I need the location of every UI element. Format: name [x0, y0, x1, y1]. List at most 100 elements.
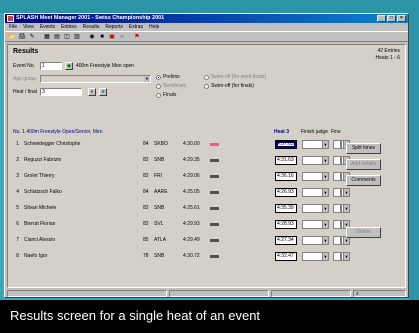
fine-dropdown[interactable] [333, 252, 341, 261]
delete-button[interactable]: Delete [346, 227, 381, 238]
radio-prelims[interactable]: Prelims [156, 74, 180, 80]
fine-dropdown[interactable] [333, 204, 341, 213]
result-time-input[interactable]: 4:31.63 [275, 156, 297, 165]
result-time-input[interactable]: 4:36.16 [275, 172, 297, 181]
fine-code-dropdown[interactable]: ▼ [341, 252, 350, 261]
stop-icon[interactable]: ■ [98, 33, 106, 41]
menu-entries[interactable]: Entries [61, 23, 77, 31]
finish-judge-dropdown[interactable]: ▼ [302, 236, 329, 245]
radio-swimoff-semi[interactable]: Swim-off (for semi-finals) [204, 74, 266, 80]
table-row[interactable]: 7 Cianci Alessio 85 ATLA 4:29.49 4:27.34… [13, 233, 350, 249]
radio-swimoff-finals[interactable]: Swim-off (for finals) [204, 83, 254, 89]
minimize-button[interactable]: _ [377, 15, 386, 22]
fine-code-dropdown[interactable]: ▼ [341, 188, 350, 197]
event-no-label: Event No. [13, 63, 35, 69]
year-of-birth: 84 [143, 189, 149, 195]
athlete-name: Schlatzsch Falko [24, 189, 62, 195]
result-time-input[interactable]: 4:32.47 [275, 252, 297, 261]
fine-dropdown[interactable] [333, 140, 341, 149]
fine-dropdown[interactable] [333, 236, 341, 245]
chevron-down-icon: ▼ [144, 76, 150, 82]
table-row[interactable]: 8 Naefo Igor 78 SNB 4:30.72 4:32.47 ▼ ▼ [13, 249, 350, 265]
flag-icon[interactable]: ⚑ [133, 33, 141, 41]
red-icon[interactable]: ▣ [108, 33, 116, 41]
athlete-name: Cianci Alessio [24, 237, 56, 243]
menu-view[interactable]: View [23, 23, 34, 31]
previous-heat-button[interactable]: « [88, 88, 96, 96]
year-of-birth: 82 [143, 157, 149, 163]
fine-dropdown[interactable] [333, 188, 341, 197]
menu-help[interactable]: Help [149, 23, 159, 31]
results-grid: 1 Schneidegger Christophe 84 SKBO 4:30.0… [13, 137, 350, 265]
club-code: FRI [154, 173, 163, 179]
table-row[interactable]: 4 Schlatzsch Falko 84 AARE 4:25.05 4:26.… [13, 185, 350, 201]
radio-label: Prelims [163, 74, 180, 80]
result-time-input[interactable]: 4:37.03 [275, 140, 297, 149]
finish-judge-dropdown[interactable]: ▼ [302, 220, 329, 229]
column-fine: Fine [331, 129, 341, 135]
table-row[interactable]: 1 Schneidegger Christophe 84 SKBO 4:30.0… [13, 137, 350, 153]
heat-final-field[interactable]: 3 [40, 88, 82, 96]
athlete-name: Reguzzi Fabrizio [24, 157, 62, 163]
fine-dropdown[interactable] [333, 156, 341, 165]
add-details-button[interactable]: Add details [346, 159, 381, 170]
radio-finals[interactable]: Finals [156, 92, 176, 98]
finish-judge-dropdown[interactable]: ▼ [302, 156, 329, 165]
radio-dot [156, 74, 161, 80]
radio-dot [204, 74, 209, 80]
print-icon[interactable]: 🖨 [18, 33, 26, 41]
preview-icon[interactable]: ◫ [63, 33, 71, 41]
finish-judge-dropdown[interactable]: ▼ [302, 252, 329, 261]
menu-events[interactable]: Events [40, 23, 55, 31]
finish-judge-dropdown[interactable]: ▼ [302, 188, 329, 197]
table-icon[interactable]: ▤ [53, 33, 61, 41]
split-times-button[interactable]: Split times [346, 143, 381, 154]
menu-extras[interactable]: Extras [129, 23, 143, 31]
fine-dropdown[interactable] [333, 220, 341, 229]
radio-semifinals[interactable]: Semifinals [156, 83, 186, 89]
settings-icon[interactable]: ○ [118, 33, 126, 41]
open-icon[interactable]: 📂 [8, 33, 16, 41]
result-time-input[interactable]: 4:28.93 [275, 220, 297, 229]
result-time-input[interactable]: 4:35.39 [275, 204, 297, 213]
radio-dot [204, 83, 209, 89]
row-position: 4 [16, 189, 19, 195]
tool-icon[interactable]: ✎ [28, 33, 36, 41]
fine-dropdown[interactable] [333, 172, 341, 181]
finish-judge-dropdown[interactable]: ▼ [302, 204, 329, 213]
athlete-name: Silvan Michele [24, 205, 57, 211]
age-group-dropdown[interactable]: ▼ [40, 75, 151, 83]
comments-button[interactable]: Comments [346, 175, 381, 186]
table-row[interactable]: 6 Bierrat Florian 82 SVL 4:29.93 4:28.93… [13, 217, 350, 233]
status-cell-2 [169, 290, 269, 297]
menu-results[interactable]: Results [83, 23, 100, 31]
title-bar: SPLASH Meet Manager 2001 - Swiss Champio… [5, 14, 408, 23]
next-heat-button[interactable]: » [99, 88, 107, 96]
entry-time: 4:25.61 [183, 205, 200, 211]
view-icon[interactable]: ◉ [88, 33, 96, 41]
page-title: Results [13, 48, 39, 55]
maximize-button[interactable]: □ [387, 15, 396, 22]
year-of-birth: 82 [143, 173, 149, 179]
chart-icon[interactable]: ▥ [73, 33, 81, 41]
event-no-field[interactable]: 1 [40, 62, 62, 70]
menu-reports[interactable]: Reports [105, 23, 123, 31]
event-select-button[interactable]: ◆ [65, 62, 73, 70]
result-time-input[interactable]: 4:27.34 [275, 236, 297, 245]
row-position: 2 [16, 157, 19, 163]
chevron-down-icon: ▼ [322, 221, 328, 228]
chevron-down-icon: ▼ [322, 237, 328, 244]
close-button[interactable]: × [397, 15, 406, 22]
status-bar [210, 143, 219, 146]
table-row[interactable]: 3 Grolet Thierry 82 FRI 4:29.06 4:36.16 … [13, 169, 350, 185]
menu-file[interactable]: File [9, 23, 17, 31]
table-row[interactable]: 2 Reguzzi Fabrizio 82 SNB 4:29.35 4:31.6… [13, 153, 350, 169]
table-row[interactable]: 5 Silvan Michele 82 SNB 4:25.61 4:35.39 … [13, 201, 350, 217]
grid-icon[interactable]: ▦ [43, 33, 51, 41]
finish-judge-dropdown[interactable]: ▼ [302, 172, 329, 181]
fine-code-dropdown[interactable]: ▼ [341, 204, 350, 213]
result-time-input[interactable]: 4:26.93 [275, 188, 297, 197]
finish-judge-dropdown[interactable]: ▼ [302, 140, 329, 149]
heat-label: Heat 3 [274, 129, 290, 135]
chevron-down-icon: ▼ [343, 205, 349, 212]
